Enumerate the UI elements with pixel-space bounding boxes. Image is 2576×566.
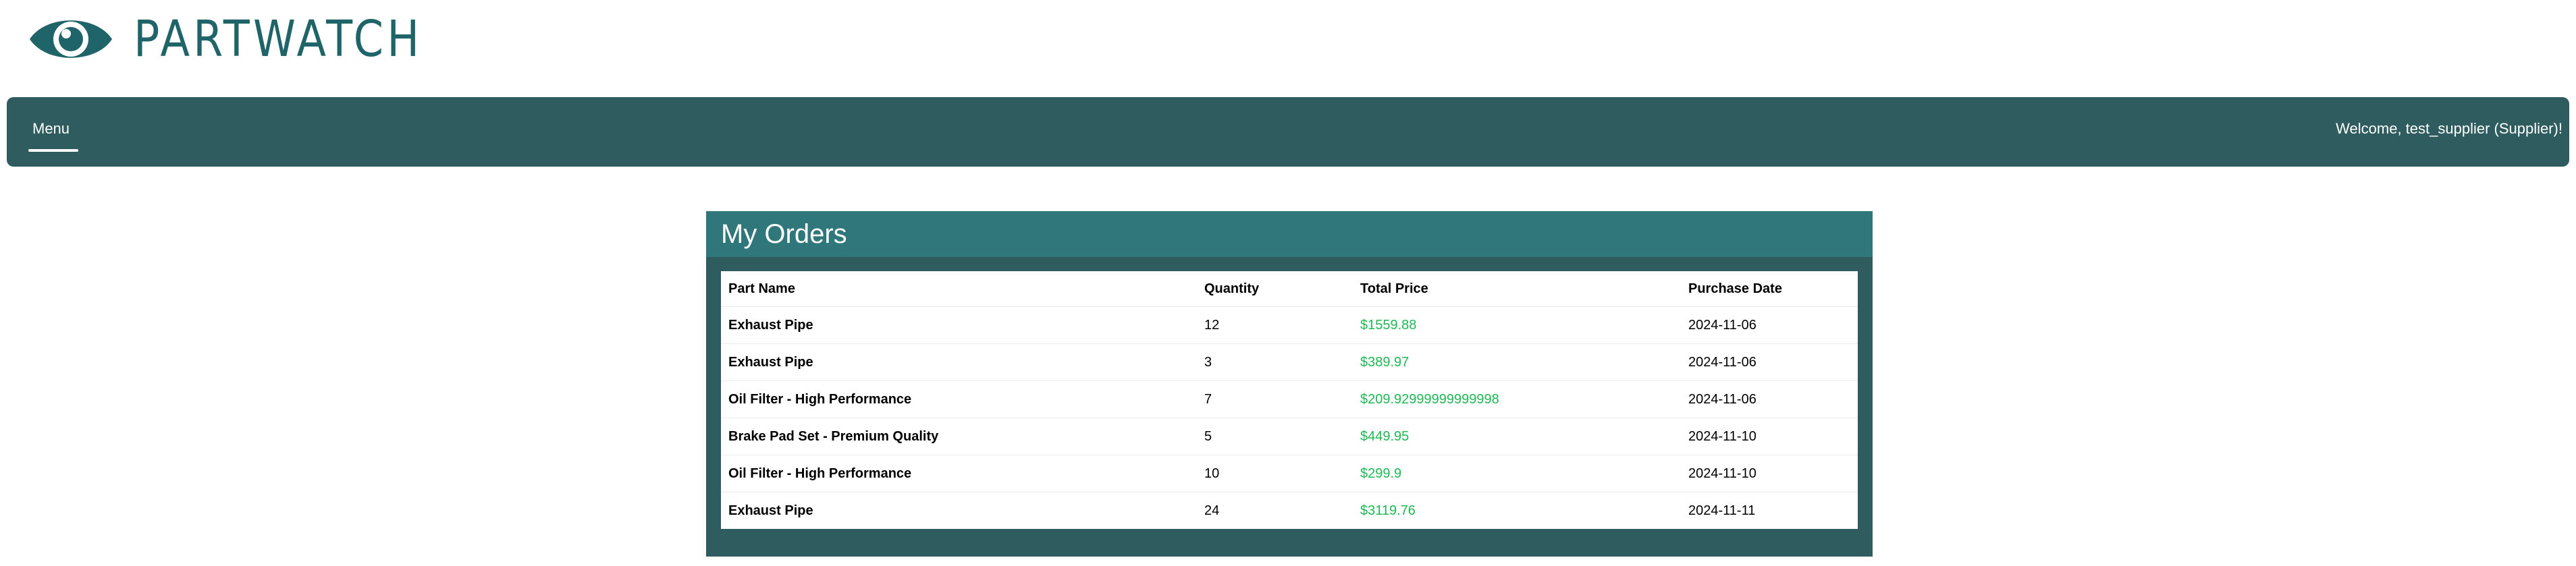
total-price-cell: $389.97: [1353, 343, 1681, 381]
navbar: Menu Welcome, test_supplier (Supplier)!: [7, 97, 2569, 167]
table-header-row: Part Name Quantity Total Price Purchase …: [721, 271, 1858, 307]
table-row: Exhaust Pipe 24 $3119.76 2024-11-11: [721, 492, 1858, 530]
orders-panel: My Orders Part Name Quantity Total Price…: [706, 211, 1873, 557]
purchase-date-cell: 2024-11-06: [1681, 380, 1858, 418]
column-header-part-name: Part Name: [721, 271, 1197, 307]
part-name-cell: Oil Filter - High Performance: [721, 380, 1197, 418]
quantity-cell: 12: [1197, 306, 1353, 344]
table-row: Exhaust Pipe 12 $1559.88 2024-11-06: [721, 306, 1858, 344]
table-row: Oil Filter - High Performance 10 $299.9 …: [721, 455, 1858, 492]
total-price-cell: $3119.76: [1360, 503, 1416, 518]
quantity-cell: 3: [1197, 343, 1353, 381]
quantity-cell: 10: [1197, 455, 1353, 492]
active-nav-indicator: [28, 149, 78, 152]
quantity-cell: 24: [1204, 503, 1220, 518]
table-row: Oil Filter - High Performance 7 $209.929…: [721, 380, 1858, 418]
eye-icon: [27, 11, 115, 67]
orders-table: Part Name Quantity Total Price Purchase …: [721, 271, 1858, 529]
total-price-cell: $449.95: [1353, 418, 1681, 455]
part-name-cell: Exhaust Pipe: [721, 306, 1197, 344]
purchase-date-cell: 2024-11-06: [1681, 343, 1858, 381]
page-title: My Orders: [721, 219, 847, 249]
purchase-date-cell: 2024-11-10: [1681, 418, 1858, 455]
purchase-date-cell: 2024-11-06: [1681, 306, 1858, 344]
brand-logo[interactable]: PARTWATCH: [27, 5, 470, 73]
total-price-cell: $299.9: [1353, 455, 1681, 492]
brand-name: PARTWATCH: [134, 10, 423, 68]
table-row: Brake Pad Set - Premium Quality 5 $449.9…: [721, 418, 1858, 455]
part-name-cell: Oil Filter - High Performance: [721, 455, 1197, 492]
nav-menu-link[interactable]: Menu: [32, 120, 70, 138]
quantity-cell: 7: [1197, 380, 1353, 418]
purchase-date-cell: 2024-11-11: [1688, 503, 1756, 518]
welcome-message: Welcome, test_supplier (Supplier)!: [2336, 120, 2562, 137]
total-price-cell: $1559.88: [1353, 306, 1681, 344]
column-header-quantity: Quantity: [1197, 271, 1353, 307]
purchase-date-cell: 2024-11-10: [1681, 455, 1858, 492]
quantity-cell: 5: [1197, 418, 1353, 455]
part-name-cell: Exhaust Pipe: [728, 503, 813, 518]
orders-header: My Orders: [706, 211, 1873, 257]
total-price-cell: $209.92999999999998: [1353, 380, 1681, 418]
column-header-total-price: Total Price: [1353, 271, 1681, 307]
column-header-purchase-date: Purchase Date: [1681, 271, 1858, 307]
part-name-cell: Brake Pad Set - Premium Quality: [721, 418, 1197, 455]
table-row: Exhaust Pipe 3 $389.97 2024-11-06: [721, 343, 1858, 381]
part-name-cell: Exhaust Pipe: [721, 343, 1197, 381]
